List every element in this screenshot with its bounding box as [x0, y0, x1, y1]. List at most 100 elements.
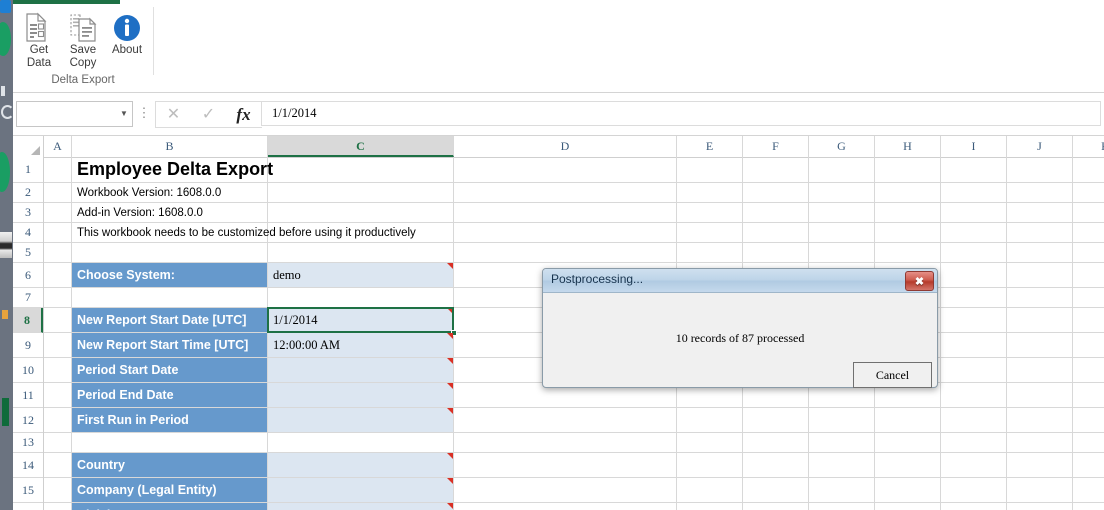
row-header-4[interactable]: 4: [13, 223, 43, 243]
background-green-bar: [2, 398, 9, 426]
column-header-h[interactable]: H: [875, 136, 941, 157]
column-header-b[interactable]: B: [72, 136, 268, 157]
select-all-corner[interactable]: [13, 136, 44, 157]
cell-C11[interactable]: [268, 383, 453, 407]
cancel-button[interactable]: Cancel: [853, 362, 932, 388]
column-header-d[interactable]: D: [454, 136, 677, 157]
formula-bar-buttons: ✕ ✓ fx: [155, 101, 262, 128]
row-header-16[interactable]: 16: [13, 503, 43, 510]
row-header-11[interactable]: 11: [13, 383, 43, 408]
cell-B12[interactable]: First Run in Period: [72, 408, 267, 432]
postprocessing-dialog: Postprocessing... ✖ 10 records of 87 pro…: [542, 268, 938, 388]
column-header-f[interactable]: F: [743, 136, 809, 157]
cell-B14[interactable]: Country: [72, 453, 267, 477]
cell-C12[interactable]: [268, 408, 453, 432]
confirm-entry-icon[interactable]: ✓: [191, 106, 226, 123]
column-header-j[interactable]: J: [1007, 136, 1073, 157]
column-header-g[interactable]: G: [809, 136, 875, 157]
row-header-3[interactable]: 3: [13, 203, 43, 223]
ribbon-button-save-copy-line2: Copy: [69, 57, 97, 69]
column-header-e[interactable]: E: [677, 136, 743, 157]
insert-function-icon[interactable]: fx: [226, 106, 261, 123]
gridline-vertical: [940, 157, 941, 510]
column-header-i[interactable]: I: [941, 136, 1007, 157]
gridline-horizontal: [44, 242, 1104, 243]
column-header-c[interactable]: C: [268, 136, 454, 157]
cell-B15[interactable]: Company (Legal Entity): [72, 478, 267, 502]
ribbon-button-save-copy[interactable]: Save Copy: [61, 9, 105, 70]
background-green-blob-2: [0, 152, 10, 192]
row-header-7[interactable]: 7: [13, 288, 43, 308]
column-header-a[interactable]: A: [44, 136, 72, 157]
row-header-15[interactable]: 15: [13, 478, 43, 503]
cell-C14[interactable]: [268, 453, 453, 477]
formula-bar-options-icon[interactable]: ⋮: [137, 101, 151, 125]
cell-B4[interactable]: This workbook needs to be customized bef…: [72, 223, 416, 242]
row-header-1[interactable]: 1: [13, 157, 43, 183]
comment-indicator-icon[interactable]: [447, 263, 453, 269]
dialog-body: 10 records of 87 processed Cancel: [543, 293, 937, 388]
comment-indicator-icon[interactable]: [447, 383, 453, 389]
about-info-icon: [105, 11, 149, 44]
ribbon-button-about[interactable]: About: [105, 9, 149, 57]
row-header-9[interactable]: 9: [13, 333, 43, 358]
chevron-down-icon[interactable]: ▼: [116, 110, 132, 118]
ribbon-button-get-data-line1: Get: [29, 44, 49, 56]
ribbon-button-save-copy-line1: Save: [69, 44, 97, 56]
comment-indicator-icon[interactable]: [447, 358, 453, 364]
row-header-6[interactable]: 6: [13, 263, 43, 288]
save-copy-icon: [61, 11, 105, 44]
cell-C9[interactable]: 12:00:00 AM: [268, 333, 453, 357]
ribbon-group-label: Delta Export: [51, 74, 115, 86]
cell-B16[interactable]: Division: [72, 503, 267, 510]
row-header-2[interactable]: 2: [13, 183, 43, 203]
get-data-icon: [17, 11, 61, 44]
background-orange-mark: [2, 310, 8, 319]
cell-C10[interactable]: [268, 358, 453, 382]
cell-B2[interactable]: Workbook Version: 1608.0.0: [72, 183, 221, 202]
cell-C15[interactable]: [268, 478, 453, 502]
background-strip-icon: [0, 232, 12, 258]
row-header-5[interactable]: 5: [13, 243, 43, 263]
gridline-horizontal: [44, 432, 1104, 433]
cell-C8[interactable]: 1/1/2014: [268, 308, 453, 332]
background-green-blob: [0, 22, 11, 56]
comment-indicator-icon[interactable]: [447, 478, 453, 484]
row-header-14[interactable]: 14: [13, 453, 43, 478]
comment-indicator-icon[interactable]: [447, 503, 453, 509]
background-white-mark: [1, 86, 5, 96]
comment-indicator-icon[interactable]: [447, 408, 453, 414]
dialog-title: Postprocessing...: [551, 272, 644, 286]
gridline-vertical: [1072, 157, 1073, 510]
cell-B1[interactable]: Employee Delta Export: [72, 157, 273, 182]
column-header-row: ABCDEFGHIJK: [13, 136, 1104, 158]
formula-input[interactable]: 1/1/2014: [261, 101, 1101, 126]
comment-indicator-icon[interactable]: [447, 453, 453, 459]
row-header-13[interactable]: 13: [13, 433, 43, 453]
cell-B3[interactable]: Add-in Version: 1608.0.0: [72, 203, 203, 222]
row-header-8[interactable]: 8: [13, 308, 43, 333]
gridline-vertical: [1006, 157, 1007, 510]
close-icon[interactable]: ✖: [905, 271, 934, 291]
comment-indicator-icon[interactable]: [447, 333, 453, 339]
ribbon: Get Data Save Copy About Delta Export: [13, 0, 1104, 93]
background-blue-icon: [0, 0, 11, 13]
cell-B11[interactable]: Period End Date: [72, 383, 267, 407]
ribbon-button-get-data[interactable]: Get Data: [17, 9, 61, 70]
cell-C16[interactable]: [268, 503, 453, 510]
cell-B9[interactable]: New Report Start Time [UTC]: [72, 333, 267, 357]
excel-window: Get Data Save Copy About Delta Export ▼ …: [13, 0, 1104, 510]
gridline-horizontal: [44, 202, 1104, 203]
select-all-triangle-icon: [31, 146, 40, 155]
comment-indicator-icon[interactable]: [447, 308, 453, 314]
cell-B10[interactable]: Period Start Date: [72, 358, 267, 382]
cell-B6[interactable]: Choose System:: [72, 263, 267, 287]
formula-bar-row: ▼ ⋮ ✕ ✓ fx 1/1/2014: [13, 93, 1104, 136]
cell-B8[interactable]: New Report Start Date [UTC]: [72, 308, 267, 332]
column-header-k[interactable]: K: [1073, 136, 1104, 157]
cancel-entry-icon[interactable]: ✕: [156, 106, 191, 123]
row-header-10[interactable]: 10: [13, 358, 43, 383]
cell-C6[interactable]: demo: [268, 263, 453, 287]
row-header-12[interactable]: 12: [13, 408, 43, 433]
name-box[interactable]: ▼: [16, 101, 133, 127]
